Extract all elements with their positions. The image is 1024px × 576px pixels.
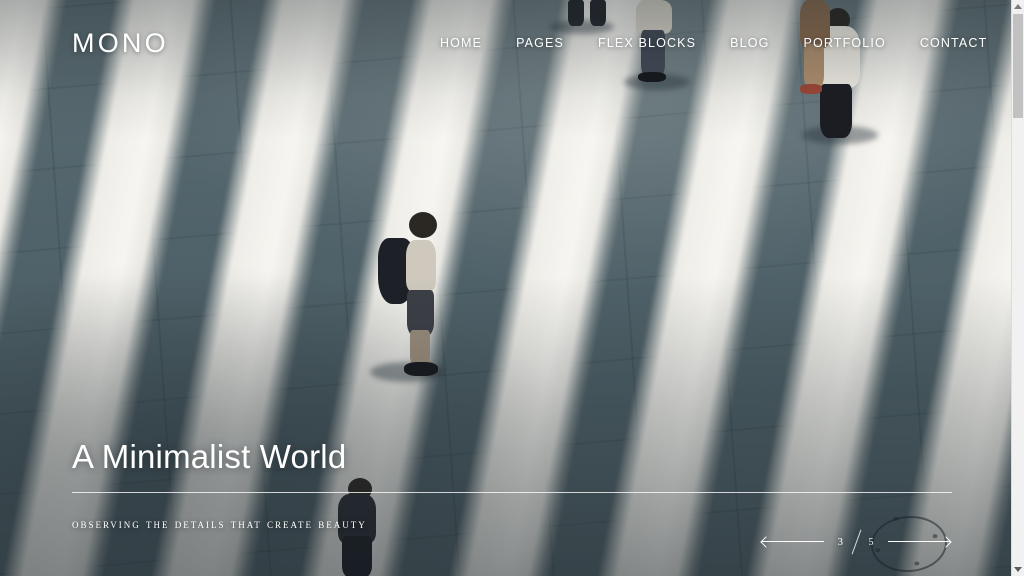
- slide-total-number: 5: [868, 536, 874, 548]
- person-head: [409, 212, 437, 238]
- slider-controls: 3 5: [759, 529, 952, 555]
- hero-title: A Minimalist World: [72, 437, 347, 475]
- arrow-head: [940, 535, 952, 548]
- scroll-up-arrow-icon[interactable]: [1012, 0, 1024, 13]
- hero-divider: [72, 492, 952, 493]
- main-navigation: HOME PAGES FLEX BLOCKS BLOG PORTFOLIO CO…: [440, 36, 1024, 50]
- slide-counter-separator: [851, 529, 861, 555]
- arrow-head: [759, 535, 772, 548]
- hero-caption: A Minimalist World Observing the Details…: [72, 437, 952, 532]
- slide-current-number: 3: [837, 536, 844, 548]
- nav-item-portfolio[interactable]: PORTFOLIO: [803, 36, 885, 50]
- site-header: MONO HOME PAGES FLEX BLOCKS BLOG PORTFOL…: [0, 0, 1024, 90]
- vertical-scrollbar[interactable]: [1011, 0, 1024, 576]
- prev-slide-arrow-icon[interactable]: [759, 535, 824, 549]
- scrollbar-thumb[interactable]: [1013, 14, 1023, 118]
- nav-item-contact[interactable]: CONTACT: [920, 36, 988, 50]
- triangle-down-icon: [1014, 567, 1022, 572]
- nav-item-home[interactable]: HOME: [440, 36, 482, 50]
- nav-item-blog[interactable]: BLOG: [730, 36, 769, 50]
- slide-counter: 3 5: [838, 529, 875, 555]
- nav-item-flex-blocks[interactable]: FLEX BLOCKS: [598, 36, 696, 50]
- next-slide-arrow-icon[interactable]: [888, 535, 952, 549]
- scroll-down-arrow-icon[interactable]: [1012, 563, 1024, 576]
- site-logo[interactable]: MONO: [72, 30, 169, 57]
- browser-viewport: MONO HOME PAGES FLEX BLOCKS BLOG PORTFOL…: [0, 0, 1024, 576]
- triangle-up-icon: [1014, 4, 1022, 9]
- nav-item-pages[interactable]: PAGES: [516, 36, 564, 50]
